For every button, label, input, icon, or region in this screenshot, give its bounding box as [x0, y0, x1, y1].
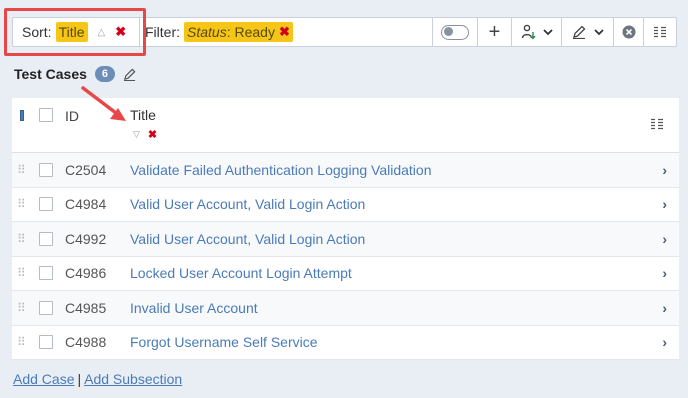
chevron-right-icon[interactable]: ›: [662, 162, 667, 178]
chevron-right-icon[interactable]: ›: [662, 334, 667, 350]
row-checkbox[interactable]: [39, 197, 53, 212]
filter-value: Ready: [234, 24, 275, 40]
drag-handle-icon[interactable]: ⠿: [17, 301, 26, 315]
case-id: C4985: [65, 299, 107, 316]
case-id: C4984: [65, 196, 107, 213]
case-id: C4992: [65, 230, 107, 247]
add-subsection-link[interactable]: Add Subsection: [84, 371, 182, 387]
select-all-checkbox[interactable]: [39, 108, 53, 122]
toggle-button[interactable]: [432, 18, 477, 46]
add-button[interactable]: +: [477, 18, 511, 46]
count-badge: 6: [94, 66, 116, 82]
table-row[interactable]: ⠿ C4984 Valid User Account, Valid Login …: [12, 187, 679, 222]
case-id: C2504: [65, 161, 107, 178]
row-checkbox[interactable]: [39, 162, 53, 177]
drag-handle-icon[interactable]: ⠿: [17, 266, 26, 280]
drag-handle-icon[interactable]: ⠿: [17, 232, 26, 246]
clear-all-button[interactable]: [613, 18, 643, 46]
table-row[interactable]: ⠿ C4985 Invalid User Account ›: [12, 291, 679, 326]
test-cases-table: ID Title ▽ ✖ ⠿ C2504 Validate Failed Aut…: [12, 98, 679, 360]
plus-icon: +: [488, 20, 501, 43]
row-checkbox[interactable]: [39, 300, 53, 315]
filter-clear-icon[interactable]: ✖: [279, 24, 290, 40]
chevron-right-icon[interactable]: ›: [662, 265, 667, 281]
section-title: Test Cases: [14, 66, 87, 82]
row-checkbox[interactable]: [39, 231, 53, 246]
chevron-right-icon[interactable]: ›: [662, 300, 667, 316]
sort-down-icon[interactable]: ▽: [133, 129, 140, 140]
sort-value-tag[interactable]: Title: [55, 22, 88, 42]
clear-circle-icon: [622, 25, 635, 39]
sort-clear-icon[interactable]: ✖: [115, 24, 126, 40]
case-title-link[interactable]: Forgot Username Self Service: [130, 334, 318, 350]
case-title-link[interactable]: Valid User Account, Valid Login Action: [130, 231, 365, 247]
toolbar: Sort: Title △ ✖ Filter: Status: Ready ✖ …: [12, 17, 677, 47]
title-sort-controls: ▽ ✖: [133, 128, 157, 141]
chevron-right-icon[interactable]: ›: [662, 196, 667, 212]
table-row[interactable]: ⠿ C4992 Valid User Account, Valid Login …: [12, 222, 679, 257]
triangle-up-icon[interactable]: △: [98, 27, 106, 38]
table-row[interactable]: ⠿ C4986 Locked User Account Login Attemp…: [12, 256, 679, 291]
chevron-down-icon: [593, 29, 604, 36]
table-row[interactable]: ⠿ C2504 Validate Failed Authentication L…: [12, 153, 679, 188]
drag-handle-icon[interactable]: ⠿: [17, 335, 26, 349]
columns-icon: [654, 26, 666, 38]
filter-group: Filter: Status: Ready ✖: [140, 18, 432, 46]
column-header-id[interactable]: ID: [65, 108, 79, 124]
section-header: Test Cases 6: [14, 66, 136, 82]
filter-key: Status: [187, 24, 227, 40]
filter-tag[interactable]: Status: Ready ✖: [184, 22, 293, 42]
footer-links: Add Case | Add Subsection: [13, 371, 182, 387]
footer-separator: |: [77, 371, 82, 387]
columns-button[interactable]: [643, 18, 676, 46]
select-all-toggle-icon[interactable]: [20, 110, 24, 121]
case-title-link[interactable]: Validate Failed Authentication Logging V…: [130, 162, 431, 178]
chevron-right-icon[interactable]: ›: [662, 231, 667, 247]
filter-label: Filter:: [145, 24, 180, 40]
case-title-link[interactable]: Valid User Account, Valid Login Action: [130, 196, 365, 212]
pencil-icon[interactable]: [123, 68, 136, 81]
assign-user-icon: [521, 24, 536, 40]
add-case-link[interactable]: Add Case: [13, 371, 74, 387]
clear-sort-icon[interactable]: ✖: [148, 128, 157, 141]
case-id: C4986: [65, 265, 107, 282]
filter-colon: :: [226, 24, 231, 40]
table-header: ID Title ▽ ✖: [12, 98, 679, 153]
row-checkbox[interactable]: [39, 266, 53, 281]
drag-handle-icon[interactable]: ⠿: [17, 163, 26, 177]
assign-button[interactable]: [511, 18, 561, 46]
table-row[interactable]: ⠿ C4988 Forgot Username Self Service ›: [12, 325, 679, 360]
drag-handle-icon[interactable]: ⠿: [17, 197, 26, 211]
toggle-switch-icon[interactable]: [441, 24, 469, 40]
pencil-icon: [572, 25, 585, 39]
columns-icon[interactable]: [651, 118, 663, 130]
row-checkbox[interactable]: [39, 335, 53, 350]
column-header-title[interactable]: Title: [130, 107, 156, 123]
case-title-link[interactable]: Invalid User Account: [130, 300, 258, 316]
case-title-link[interactable]: Locked User Account Login Attempt: [130, 265, 352, 281]
edit-button[interactable]: [561, 18, 613, 46]
chevron-down-icon: [542, 29, 553, 36]
sort-group: Sort: Title △ ✖: [13, 18, 140, 46]
table-body: ⠿ C2504 Validate Failed Authentication L…: [12, 153, 679, 360]
sort-label: Sort:: [22, 24, 52, 40]
case-id: C4988: [65, 334, 107, 351]
